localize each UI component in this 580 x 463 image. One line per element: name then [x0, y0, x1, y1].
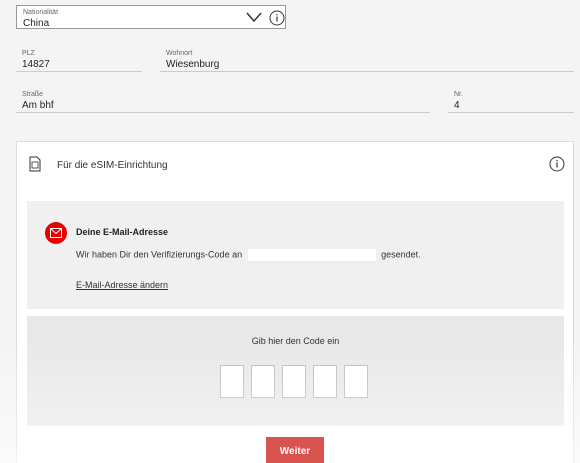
code-digit-input[interactable]: [344, 365, 368, 398]
email-info-box: Deine E-Mail-Adresse Wir haben Dir den V…: [27, 201, 564, 309]
strasse-value: Am bhf: [22, 100, 54, 111]
nationality-select[interactable]: Nationalität China: [16, 5, 286, 29]
nr-label: Nr.: [454, 91, 463, 98]
code-digit-input[interactable]: [313, 365, 337, 398]
mail-icon: [45, 222, 67, 244]
message-before: Wir haben Dir den Verifizierungs-Code an: [76, 249, 243, 260]
strasse-label: Straße: [22, 91, 44, 98]
redacted-email: [247, 249, 376, 261]
change-email-link[interactable]: E-Mail-Adresse ändern: [76, 280, 168, 290]
weiter-button[interactable]: Weiter: [266, 437, 324, 463]
nationality-label: Nationalität: [23, 9, 59, 16]
esim-card: Für die eSIM-Einrichtung Deine E-Mail-Ad…: [16, 141, 574, 463]
plz-field[interactable]: PLZ 14827: [16, 50, 142, 72]
verification-message: Wir haben Dir den Verifizierungs-Code an…: [76, 249, 421, 261]
code-prompt: Gib hier den Code ein: [251, 336, 340, 346]
email-heading: Deine E-Mail-Adresse: [76, 227, 169, 237]
chevron-down-icon[interactable]: [245, 11, 263, 23]
code-digit-input[interactable]: [220, 365, 244, 398]
strasse-field[interactable]: Straße Am bhf: [16, 91, 430, 113]
code-entry-box: Gib hier den Code ein: [27, 316, 564, 426]
plz-value: 14827: [22, 59, 50, 70]
plz-label: PLZ: [22, 50, 35, 57]
nationality-value: China: [23, 18, 50, 29]
nr-value: 4: [454, 100, 460, 111]
code-cells: [220, 365, 372, 399]
code-digit-input[interactable]: [251, 365, 275, 398]
esim-title: Für die eSIM-Einrichtung: [57, 160, 168, 171]
wohnort-field[interactable]: Wohnort Wiesenburg: [160, 50, 574, 72]
nr-field[interactable]: Nr. 4: [448, 91, 574, 113]
code-digit-input[interactable]: [282, 365, 306, 398]
sim-card-icon: [29, 156, 41, 172]
info-icon[interactable]: [549, 156, 565, 172]
wohnort-label: Wohnort: [166, 50, 193, 57]
message-after: gesendet.: [381, 249, 421, 260]
wohnort-value: Wiesenburg: [166, 59, 220, 70]
info-icon[interactable]: [269, 10, 285, 26]
